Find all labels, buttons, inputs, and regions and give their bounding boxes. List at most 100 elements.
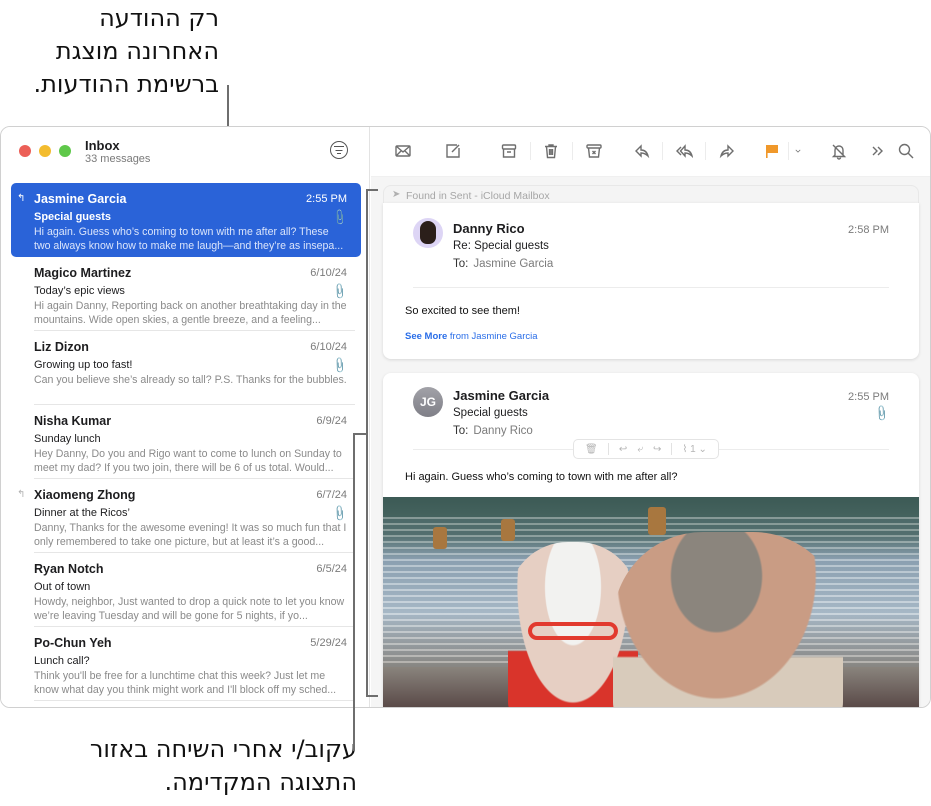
attached-photo[interactable] <box>383 497 919 707</box>
more-icon[interactable] <box>865 139 891 163</box>
photo-lamp <box>501 519 515 541</box>
photo-lamp <box>648 507 666 535</box>
message-preview: Can you believe she’s already so tall? P… <box>34 374 347 386</box>
compose-icon[interactable] <box>440 139 466 163</box>
message-list-item[interactable]: Magico Martinez 6/10/24 📎 Today’s epic view… <box>11 257 361 331</box>
mailbox-title: Inbox <box>85 138 120 153</box>
message-list-item[interactable]: ↰ Jasmine Garcia 2:55 PM 📎 Special guests Hi … <box>11 183 361 257</box>
message-subject: Growing up too fast! <box>34 359 133 371</box>
callout-line: עקוב/י אחרי השיחה באזור <box>89 735 357 763</box>
toolbar-separator <box>705 142 706 160</box>
reply-message-card[interactable]: Danny Rico Re: Special guests To: Jasmine… <box>383 203 919 359</box>
trash-icon[interactable]: 🗑 <box>585 444 598 455</box>
attachment-icon: 📎 <box>872 404 891 423</box>
mail-window: Inbox 33 messages ↰ Jasmine Garcia 2:55 PM… <box>0 126 931 708</box>
callout-follow-conversation: עקוב/י אחרי השיחה באזור התצוגה המקדימה. <box>17 733 357 799</box>
recipient-name[interactable]: Jasmine Garcia <box>473 258 553 270</box>
callout-leader-bottom <box>353 433 355 751</box>
conversation-preview[interactable]: ➤ Found in Sent - iCloud Mailbox Danny R… <box>371 177 930 707</box>
message-count: 33 messages <box>85 153 151 165</box>
message-subject: Dinner at the Ricos’ <box>34 507 130 519</box>
header-divider <box>413 287 889 288</box>
message-subject: Lunch call? <box>34 655 90 667</box>
message-list-item[interactable]: Ryan Notch 6/5/24 Out of town Howdy, neighb… <box>11 553 361 627</box>
reply-all-icon[interactable] <box>671 139 697 163</box>
toolbar <box>371 127 930 177</box>
message-preview: Danny, Thanks for the awesome evening! I… <box>34 522 347 548</box>
message-date: 6/9/24 <box>316 415 347 427</box>
message-list-item[interactable]: Nisha Kumar 6/9/24 Sunday lunch Hey Danny, … <box>11 405 361 479</box>
see-more-link[interactable]: See More from Jasmine Garcia <box>405 331 538 342</box>
photo-glasses <box>528 622 618 640</box>
reply-icon[interactable]: ↩ <box>619 444 627 455</box>
message-list-item[interactable]: Po-Chun Yeh 5/29/24 Lunch call? Think you'l… <box>11 627 361 701</box>
message-sender: Liz Dizon <box>34 340 89 354</box>
attachment-count: 1 <box>690 443 696 455</box>
minimize-button[interactable] <box>39 145 51 157</box>
preview-bracket-spine <box>366 189 368 696</box>
toolbar-separator <box>572 142 573 160</box>
recipient-line: To: Danny Rico <box>453 425 533 437</box>
replied-icon: ↰ <box>17 489 26 500</box>
see-more-label[interactable]: See More <box>405 331 447 342</box>
to-label: To: <box>453 258 469 270</box>
recipient-name[interactable]: Danny Rico <box>473 425 532 437</box>
message-subject: Sunday lunch <box>34 433 101 445</box>
preview-bracket-connector <box>353 433 367 435</box>
sender-name: Jasmine Garcia <box>453 388 550 403</box>
message-subject: Re: Special guests <box>453 240 549 252</box>
mute-icon[interactable] <box>826 139 852 163</box>
paperclip-icon: ⌇ <box>682 443 688 455</box>
found-in-text: Found in Sent - iCloud Mailbox <box>406 190 550 202</box>
original-message-card[interactable]: JG Jasmine Garcia Special guests To: Dann… <box>383 373 919 707</box>
attachment-menu[interactable]: ⌇ 1 ⌄ <box>683 444 707 455</box>
forward-icon[interactable] <box>714 139 740 163</box>
message-preview: Think you'll be free for a lunchtime cha… <box>34 670 337 696</box>
message-subject: Special guests <box>34 211 112 223</box>
message-preview: Hi again. Guess who’s coming to town wit… <box>34 226 344 252</box>
trash-icon[interactable] <box>538 139 564 163</box>
junk-icon[interactable] <box>581 139 607 163</box>
preview-bracket-top <box>366 189 378 191</box>
message-sender: Ryan Notch <box>34 562 104 576</box>
message-list-item[interactable]: ↰ Xiaomeng Zhong 6/7/24 📎 Dinner at the Rico… <box>11 479 361 553</box>
replied-icon: ↰ <box>17 193 26 204</box>
message-preview: Hi again Danny, Reporting back on anothe… <box>34 300 347 326</box>
message-list: ↰ Jasmine Garcia 2:55 PM 📎 Special guests Hi … <box>11 183 361 701</box>
reply-all-icon[interactable]: ⤶ <box>637 444 643 455</box>
flag-menu-chevron-icon[interactable] <box>787 139 809 163</box>
message-time: 2:58 PM <box>848 224 889 236</box>
search-icon[interactable] <box>893 139 919 163</box>
flag-icon[interactable] <box>759 139 785 163</box>
to-label: To: <box>453 425 469 437</box>
chevron-down-icon: ⌄ <box>698 443 707 455</box>
message-date: 6/5/24 <box>316 563 347 575</box>
callout-latest-message: רק ההודעה האחרונה מוצגת ברשימת ההודעות. <box>0 2 219 101</box>
message-date: 2:55 PM <box>306 193 347 205</box>
message-subject: Out of town <box>34 581 91 593</box>
message-date: 6/10/24 <box>310 341 347 353</box>
message-sender: Po-Chun Yeh <box>34 636 112 650</box>
message-body: Hi again. Guess who’s coming to town wit… <box>405 471 678 483</box>
forward-icon[interactable]: ↪ <box>653 444 661 455</box>
sender-name: Danny Rico <box>453 221 525 236</box>
filter-icon[interactable] <box>330 141 348 159</box>
sender-avatar: JG <box>413 387 443 417</box>
zoom-button[interactable] <box>59 145 71 157</box>
message-body: So excited to see them! <box>405 305 520 317</box>
envelope-icon[interactable] <box>390 139 416 163</box>
callout-line: ברשימת ההודעות. <box>33 70 219 98</box>
reply-icon[interactable] <box>629 139 655 163</box>
message-preview: Howdy, neighbor, Just wanted to drop a q… <box>34 596 345 622</box>
message-hover-toolbar: 🗑 ↩ ⤶ ↪ ⌇ 1 ⌄ <box>573 439 719 459</box>
toolbar-separator <box>662 142 663 160</box>
callout-line: האחרונה מוצגת <box>55 37 219 65</box>
archive-icon[interactable] <box>496 139 522 163</box>
callout-line: רק ההודעה <box>99 4 219 32</box>
message-date: 5/29/24 <box>310 637 347 649</box>
message-sender: Jasmine Garcia <box>34 192 127 206</box>
close-button[interactable] <box>19 145 31 157</box>
message-preview: Hey Danny, Do you and Rigo want to come … <box>34 448 342 474</box>
message-list-item[interactable]: Liz Dizon 6/10/24 📎 Growing up too fast! Can… <box>11 331 361 405</box>
window-controls <box>19 145 71 157</box>
